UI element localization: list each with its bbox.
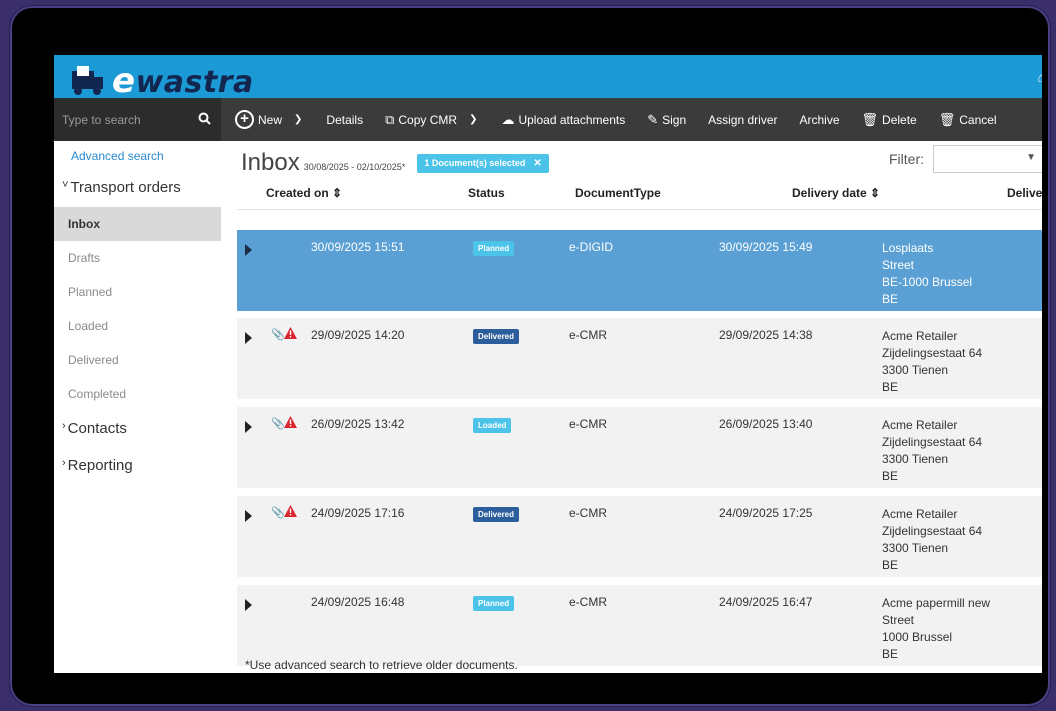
footnote: *Use advanced search to retrieve older d…	[245, 658, 518, 672]
cell-created: 26/09/2025 13:42	[311, 417, 405, 431]
cell-delivery-date: 29/09/2025 14:38	[719, 328, 813, 342]
app-screen: ewastra ⌂ Advanced search ˅Transport ord…	[54, 55, 1042, 673]
cell-delivery-address: Acme Retailer Zijdelingsestaat 64 3300 T…	[882, 507, 983, 572]
pen-icon: ✎	[647, 111, 659, 127]
chevron-right-icon: ›	[62, 420, 66, 432]
sidebar-group-transport-orders[interactable]: ˅ Transport orders	[54, 170, 221, 207]
table-row[interactable]: 📎 29/09/2025 14:20 Delivered e-CMR 29/09…	[237, 318, 1042, 399]
copy-icon: ⧉	[385, 111, 395, 127]
chevron-down-icon[interactable]: ❯	[294, 114, 302, 125]
chevron-down-icon[interactable]: ❯	[469, 114, 477, 125]
sidebar-item-loaded[interactable]: Loaded	[54, 309, 221, 343]
status-badge: Planned	[473, 596, 515, 611]
chevron-right-icon: ›	[62, 457, 66, 469]
warning-icon	[284, 505, 297, 517]
sidebar-item-completed[interactable]: Completed	[54, 377, 221, 411]
upload-attachments-button[interactable]: ☁ Upload attachments	[501, 112, 625, 128]
filter-select[interactable]: ▼	[933, 145, 1042, 173]
expand-row-icon[interactable]	[245, 421, 252, 433]
sign-button[interactable]: ✎ Sign	[647, 112, 686, 128]
app-header: ewastra ⌂	[54, 55, 1042, 101]
warning-icon	[284, 327, 297, 339]
cell-doctype: e-CMR	[569, 417, 607, 431]
cancel-button[interactable]: 🗑 Cancel	[939, 112, 997, 128]
sidebar-item-inbox[interactable]: Inbox	[54, 207, 221, 241]
cell-delivery-date: 30/09/2025 15:49	[719, 240, 813, 254]
column-delivery-date[interactable]: Delivery date ⇕	[792, 186, 880, 200]
table-row[interactable]: 📎 24/09/2025 17:16 Delivered e-CMR 24/09…	[237, 496, 1042, 577]
status-badge: Planned	[473, 241, 515, 256]
paperclip-icon: 📎	[271, 507, 285, 519]
title-row: Inbox 30/08/2025 - 02/10/2025* 1 Documen…	[241, 149, 549, 177]
cell-delivery-date: 26/09/2025 13:40	[719, 417, 813, 431]
details-button[interactable]: Details	[326, 113, 363, 127]
main-content: Inbox 30/08/2025 - 02/10/2025* 1 Documen…	[221, 141, 1042, 673]
warning-icon	[284, 416, 297, 428]
truck-logo-icon	[70, 66, 104, 96]
plus-icon: +	[235, 110, 254, 129]
table-row[interactable]: 30/09/2025 15:51 Planned e-DIGID 30/09/2…	[237, 230, 1042, 311]
cell-delivery-address: Acme papermill new Street 1000 Brussel B…	[882, 596, 991, 661]
cell-delivery-date: 24/09/2025 17:25	[719, 506, 813, 520]
paperclip-icon: 📎	[271, 329, 285, 341]
trash-icon: 🗑	[938, 111, 956, 127]
column-created-on[interactable]: Created on ⇕	[266, 186, 342, 200]
expand-row-icon[interactable]	[245, 332, 252, 344]
sidebar-item-planned[interactable]: Planned	[54, 275, 221, 309]
selection-badge: 1 Document(s) selected ✕	[417, 153, 549, 173]
expand-row-icon[interactable]	[245, 510, 252, 522]
assign-driver-button[interactable]: Assign driver	[708, 113, 777, 127]
cell-delivery-address: Acme Retailer Zijdelingsestaat 64 3300 T…	[882, 418, 983, 483]
table-row[interactable]: 📎 26/09/2025 13:42 Loaded e-CMR 26/09/20…	[237, 407, 1042, 488]
app-logo[interactable]: ewastra	[70, 61, 254, 101]
notification-icon[interactable]: ⌂	[1038, 69, 1042, 85]
column-status: Status	[468, 186, 505, 200]
trash-icon: 🗑	[861, 111, 879, 127]
status-badge: Loaded	[473, 418, 512, 433]
cell-delivery-address: Acme Retailer Zijdelingsestaat 64 3300 T…	[882, 329, 983, 394]
cell-created: 30/09/2025 15:51	[311, 240, 405, 254]
status-badge: Delivered	[473, 329, 520, 344]
filter-label: Filter:	[889, 151, 924, 167]
paperclip-icon: 📎	[271, 418, 285, 430]
search-icon[interactable]	[198, 112, 211, 128]
page-title: Inbox	[241, 149, 300, 176]
chevron-down-icon: ▼	[1026, 152, 1036, 163]
date-range: 30/08/2025 - 02/10/2025*	[303, 162, 406, 172]
new-button[interactable]: + New ❯	[235, 110, 302, 129]
copy-cmr-button[interactable]: ⧉ Copy CMR ❯	[385, 111, 477, 128]
cell-doctype: e-DIGID	[569, 240, 614, 254]
sidebar: Advanced search ˅Transport orders Inbox …	[54, 98, 221, 673]
sidebar-item-drafts[interactable]: Drafts	[54, 241, 221, 275]
sidebar-group-reporting[interactable]: › Reporting	[54, 448, 221, 485]
action-toolbar: + New ❯ Details ⧉ Copy CMR ❯ ☁ Upload at…	[221, 98, 1042, 141]
expand-row-icon[interactable]	[245, 599, 252, 611]
sidebar-group-contacts[interactable]: › Contacts	[54, 411, 221, 448]
column-delivery-address: Delive	[1007, 186, 1042, 200]
cell-doctype: e-CMR	[569, 328, 607, 342]
logo-wordmark: ewastra	[112, 61, 254, 101]
search-input[interactable]	[62, 112, 182, 127]
cell-created: 24/09/2025 17:16	[311, 506, 405, 520]
cloud-upload-icon: ☁	[501, 111, 515, 127]
column-document-type: DocumentType	[575, 186, 661, 200]
sidebar-search	[54, 98, 221, 141]
status-badge: Delivered	[473, 507, 520, 522]
cell-delivery-address: Losplaats Street BE-1000 Brussel BE	[882, 241, 973, 306]
advanced-search-link[interactable]: Advanced search	[54, 141, 221, 170]
close-icon[interactable]: ✕	[533, 158, 541, 169]
cell-delivery-date: 24/09/2025 16:47	[719, 595, 813, 609]
cell-doctype: e-CMR	[569, 506, 607, 520]
table-header: Created on ⇕ Status DocumentType Deliver…	[237, 186, 1042, 210]
expand-row-icon[interactable]	[245, 244, 252, 256]
archive-button[interactable]: Archive	[800, 113, 840, 127]
chevron-down-icon: ˅	[62, 179, 69, 191]
device-frame: ewastra ⌂ Advanced search ˅Transport ord…	[10, 6, 1050, 706]
table-row[interactable]: 24/09/2025 16:48 Planned e-CMR 24/09/202…	[237, 585, 1042, 666]
cell-doctype: e-CMR	[569, 595, 607, 609]
sidebar-item-delivered[interactable]: Delivered	[54, 343, 221, 377]
delete-button[interactable]: 🗑 Delete	[862, 112, 917, 128]
cell-created: 24/09/2025 16:48	[311, 595, 405, 609]
cell-created: 29/09/2025 14:20	[311, 328, 405, 342]
